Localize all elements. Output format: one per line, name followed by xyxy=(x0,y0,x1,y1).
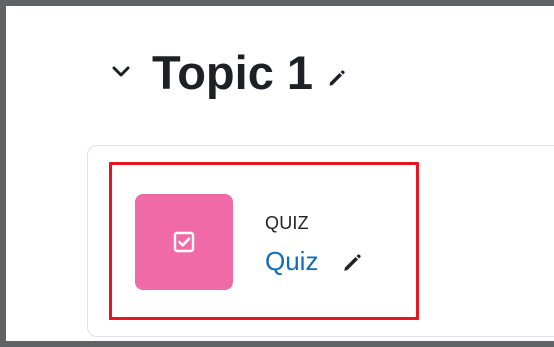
quiz-link[interactable]: Quiz xyxy=(265,248,318,274)
section-title: Topic 1 xyxy=(152,45,314,99)
pencil-icon[interactable] xyxy=(325,67,347,89)
pencil-icon[interactable] xyxy=(340,251,364,275)
section-header: Topic 1 xyxy=(110,42,347,102)
quiz-checkbox-icon[interactable] xyxy=(135,194,233,290)
activity-type-label: QUIZ xyxy=(265,213,309,233)
chevron-down-icon[interactable] xyxy=(110,61,132,83)
